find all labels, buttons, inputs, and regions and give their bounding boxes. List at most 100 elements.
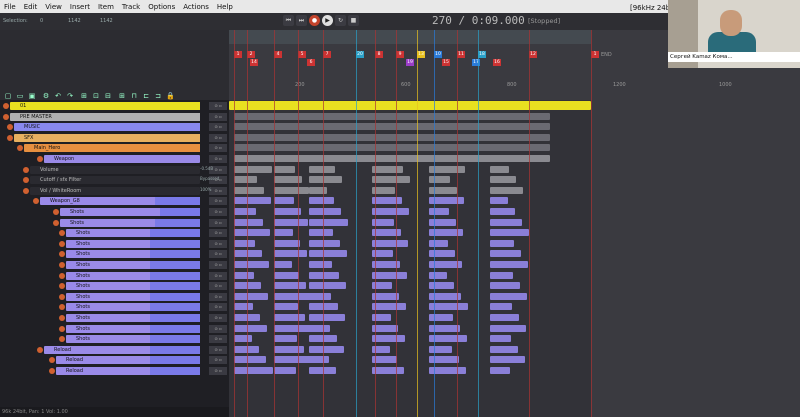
record-arm-icon[interactable] [7,134,13,141]
track-fx-buttons[interactable]: ⊙ ▫ [209,367,227,375]
marker[interactable]: 9 [396,51,404,58]
record-arm-icon[interactable] [49,368,55,374]
media-item[interactable] [490,123,550,131]
media-item[interactable] [309,176,342,184]
track-fx-buttons[interactable]: ⊙ ▫ [209,345,227,354]
media-item[interactable] [490,345,518,353]
record-arm-icon[interactable] [59,304,65,311]
marker[interactable]: 8 [375,51,383,58]
marker[interactable]: 1 [591,51,599,58]
track-fx-buttons[interactable]: ⊙ ▫ [209,324,227,333]
track-fx-buttons[interactable]: ⊙ ▫ [209,271,227,280]
media-item[interactable] [490,229,529,237]
track-fader[interactable] [155,197,200,206]
menu-track[interactable]: Track [118,3,144,11]
track-fader[interactable] [150,367,200,375]
record-arm-icon[interactable] [23,177,29,184]
marker[interactable]: 12 [529,51,537,58]
track-fx-buttons[interactable]: ⊙ ▫ [209,282,227,291]
track-fader[interactable] [145,144,200,153]
media-item[interactable] [309,345,344,353]
go-end-icon[interactable]: ⏭ [296,15,307,26]
media-item[interactable] [274,218,308,226]
track-fx-buttons[interactable]: ⊙ ▫ [209,123,227,132]
media-item[interactable] [429,250,455,258]
menu-edit[interactable]: Edit [20,3,42,11]
media-item[interactable] [234,165,272,173]
media-item[interactable] [490,133,550,141]
track-fader[interactable] [150,250,200,259]
media-item[interactable] [309,165,335,173]
track-fader[interactable] [150,314,200,322]
record-arm-icon[interactable] [59,336,65,343]
envelope-icon[interactable]: ⊓ [130,92,138,100]
media-item[interactable] [429,176,450,184]
track-fx-buttons[interactable]: ⊙ ▫ [209,102,227,110]
track-fx-buttons[interactable]: ⊙ ▫ [209,335,227,344]
track-fader[interactable] [150,229,200,238]
media-item[interactable] [372,208,409,215]
media-item[interactable] [490,314,519,321]
track-row[interactable]: Shots ⊙ ▫ [0,249,229,259]
record-arm-icon[interactable] [59,251,65,258]
media-item[interactable] [274,335,297,343]
track-row[interactable]: Shots ⊙ ▫ [0,218,229,228]
media-item[interactable] [274,345,304,353]
track-fx-buttons[interactable]: ⊙ ▫ [209,239,227,248]
marker[interactable]: 15 [442,59,450,66]
media-item[interactable] [274,261,292,268]
record-icon[interactable]: ● [309,15,320,26]
record-arm-icon[interactable] [7,124,13,131]
snap-icon[interactable]: ⊡ [92,92,100,100]
track-fx-buttons[interactable]: ⊙ ▫ [209,197,227,206]
track-row[interactable]: Shots ⊙ ▫ [0,334,229,344]
record-arm-icon[interactable] [59,272,65,279]
record-arm-icon[interactable] [59,293,65,300]
record-arm-icon[interactable] [37,156,43,162]
track-fx-buttons[interactable]: ⊙ ▫ [209,208,227,216]
marker[interactable]: 7 [323,51,331,58]
record-arm-icon[interactable] [37,346,43,353]
record-arm-icon[interactable] [3,103,9,109]
media-item[interactable] [429,282,454,290]
media-item[interactable] [490,197,508,205]
media-item[interactable] [274,314,305,321]
track-fader[interactable] [160,208,200,216]
media-item[interactable] [372,133,432,141]
record-arm-icon[interactable] [17,145,23,152]
media-item[interactable] [274,324,312,332]
record-arm-icon[interactable] [59,325,65,332]
media-item[interactable] [372,303,406,311]
track-name[interactable]: Cutoff / sfx Filter [30,176,200,185]
track-fx-buttons[interactable]: ⊙ ▫ [209,261,227,269]
crossfade-icon[interactable]: ⊏ [142,92,150,100]
record-arm-icon[interactable] [23,187,29,194]
media-item[interactable] [372,144,432,152]
track-fader[interactable] [145,133,200,142]
track-row[interactable]: Shots ⊙ ▫ [0,313,229,323]
menu-item[interactable]: Item [94,3,118,11]
media-item[interactable] [309,282,346,290]
media-item[interactable] [490,239,514,247]
track-fx-buttons[interactable]: ⊙ ▫ [209,303,227,312]
go-start-icon[interactable]: ⏮ [283,15,294,26]
track-row[interactable]: Shots ⊙ ▫ [0,271,229,281]
media-item[interactable] [429,271,447,279]
record-arm-icon[interactable] [53,219,59,226]
media-item[interactable] [372,123,432,131]
redo-icon[interactable]: ↷ [66,92,74,100]
media-item[interactable] [490,144,550,152]
media-item[interactable] [234,186,264,194]
marker[interactable]: 13 [417,51,425,58]
media-item[interactable] [372,165,403,173]
media-item[interactable] [309,197,334,205]
marker[interactable]: 18 [478,51,486,58]
record-arm-icon[interactable] [59,283,65,290]
track-fx-buttons[interactable]: ⊙ ▫ [209,229,227,238]
stop-icon[interactable]: ■ [348,15,359,26]
track-fader[interactable] [125,112,200,121]
record-arm-icon[interactable] [59,315,65,321]
media-item[interactable] [309,229,333,237]
track-fx-buttons[interactable]: ⊙ ▫ [209,292,227,301]
track-row[interactable]: Volume ⊙ ▫ [0,165,229,175]
